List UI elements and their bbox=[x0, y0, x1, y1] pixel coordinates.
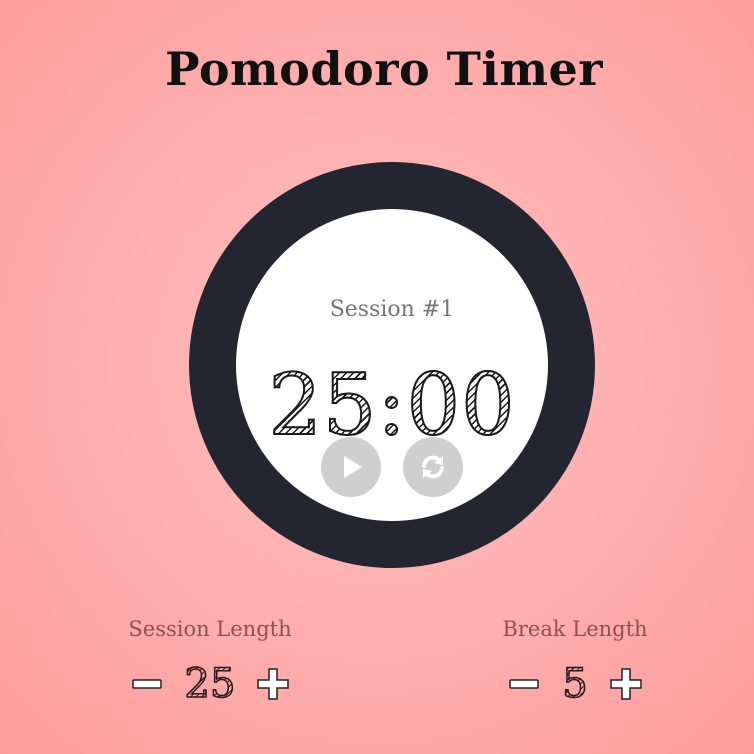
session-label: Session #1 bbox=[329, 297, 455, 322]
session-length-label: Session Length bbox=[128, 617, 292, 641]
minus-icon bbox=[509, 679, 540, 689]
session-length-stepper: 25 bbox=[90, 661, 330, 707]
refresh-icon bbox=[422, 455, 444, 479]
play-icon bbox=[344, 456, 362, 478]
break-increment-button[interactable] bbox=[608, 666, 644, 702]
minus-icon bbox=[131, 679, 162, 689]
plus-icon bbox=[609, 668, 642, 700]
page-title: Pomodoro Timer bbox=[164, 42, 604, 96]
break-length-setting: Break Length 5 bbox=[455, 612, 695, 707]
session-decrement-button[interactable] bbox=[129, 666, 165, 702]
plus-icon bbox=[257, 668, 290, 700]
break-length-label: Break Length bbox=[502, 617, 648, 641]
break-length-stepper: 5 bbox=[455, 661, 695, 707]
session-length-value: 25 bbox=[184, 661, 236, 707]
session-length-setting: Session Length 25 bbox=[90, 612, 330, 707]
play-button[interactable] bbox=[321, 437, 381, 497]
session-increment-button[interactable] bbox=[255, 666, 291, 702]
reset-button[interactable] bbox=[403, 437, 463, 497]
break-length-value: 5 bbox=[562, 661, 589, 707]
timer-ring: Session #1 25:00 bbox=[189, 162, 595, 568]
timer-face: Session #1 25:00 bbox=[236, 209, 548, 521]
time-display: 25:00 bbox=[236, 355, 548, 455]
break-decrement-button[interactable] bbox=[506, 666, 542, 702]
